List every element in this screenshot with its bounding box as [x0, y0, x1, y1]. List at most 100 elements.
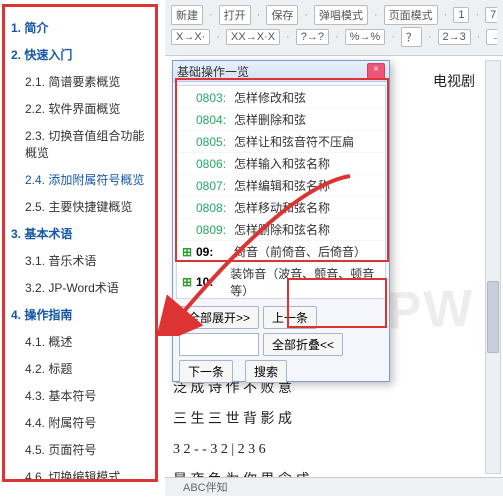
- toc-item[interactable]: 2.1. 简谱要素概览: [9, 69, 151, 94]
- toc-link[interactable]: 4.5. 页面符号: [23, 437, 151, 462]
- toc-item[interactable]: 4.2. 标题: [9, 356, 151, 381]
- popup-list-row[interactable]: 0804: 怎样删除和弦: [178, 109, 384, 131]
- toolbar-chip[interactable]: 保存: [266, 5, 298, 25]
- toc-item[interactable]: 4.1. 概述: [9, 329, 151, 354]
- expand-icon[interactable]: ⊞: [182, 245, 192, 259]
- row-text: 怎样输入和弦名称: [234, 155, 330, 172]
- toc-link[interactable]: 2.1. 简谱要素概览: [23, 69, 151, 94]
- toc-link[interactable]: 2.5. 主要快捷键概览: [23, 194, 151, 219]
- toc-item[interactable]: 2.3. 切换音值组合功能概览: [9, 123, 151, 165]
- row-text: 装饰音（波音、颤音、顿音等）: [230, 265, 380, 299]
- toc-item[interactable]: 4.4. 附属符号: [9, 410, 151, 435]
- row-text: 怎样删除和弦: [234, 111, 306, 128]
- toolbar-row-1: 新建·打开·保存·弹唱模式·页面模式·1·7·1·7·7·0·—·1·7: [171, 4, 497, 26]
- toc-link[interactable]: 3. 基本术语: [9, 221, 151, 246]
- popup-list-row[interactable]: 0809: 怎样删除和弦名称: [178, 219, 384, 241]
- popup-buttons: 全部展开>> 上一条 全部折叠<< 下一条 搜索: [173, 302, 389, 387]
- toc-item[interactable]: 2.5. 主要快捷键概览: [9, 194, 151, 219]
- toolbar-chip[interactable]: 新建: [171, 5, 203, 25]
- prev-button[interactable]: 上一条: [263, 306, 317, 329]
- toolbar-chip[interactable]: 页面模式: [384, 5, 438, 25]
- expand-icon[interactable]: ⊞: [182, 275, 192, 289]
- search-input[interactable]: [179, 333, 259, 356]
- toolbar-chip[interactable]: X→X·: [171, 29, 210, 45]
- scrollbar-thumb[interactable]: [487, 281, 499, 353]
- row-text: 怎样修改和弦: [234, 89, 306, 106]
- main-toolbar: 新建·打开·保存·弹唱模式·页面模式·1·7·1·7·7·0·—·1·7 X→X…: [165, 0, 503, 56]
- toc-item[interactable]: 4.6. 切换编辑模式: [9, 464, 151, 482]
- toc-link[interactable]: 4.1. 概述: [23, 329, 151, 354]
- row-number: 0805:: [196, 135, 230, 149]
- toolbar-chip[interactable]: →: [486, 29, 497, 45]
- toolbar-chip[interactable]: 2→3: [438, 29, 471, 45]
- toolbar-chip[interactable]: XX→X·X: [226, 29, 280, 45]
- toc-item[interactable]: 4.5. 页面符号: [9, 437, 151, 462]
- toc-item[interactable]: 2. 快速入门: [9, 42, 151, 67]
- toc-item[interactable]: 4.3. 基本符号: [9, 383, 151, 408]
- popup-list-row[interactable]: 0805: 怎样让和弦音符不压扁: [178, 131, 384, 153]
- popup-list-row[interactable]: 0806: 怎样输入和弦名称: [178, 153, 384, 175]
- row-text: 怎样让和弦音符不压扁: [234, 133, 354, 150]
- row-number: 0809:: [196, 223, 230, 237]
- status-bar: ABC伴知: [165, 477, 503, 496]
- toc-item[interactable]: 1. 简介: [9, 15, 151, 40]
- toc-link[interactable]: 1. 简介: [9, 15, 151, 40]
- watermark: PW: [386, 278, 476, 341]
- score-line: 三 生 三 世 背 影 成: [173, 407, 495, 434]
- row-number: 0803:: [196, 91, 230, 105]
- popup-title: 基础操作一览: [177, 63, 367, 80]
- toc-link[interactable]: 2.2. 软件界面概览: [23, 96, 151, 121]
- toc-link[interactable]: 2.3. 切换音值组合功能概览: [23, 123, 151, 165]
- toc-item[interactable]: 2.4. 添加附属符号概览: [9, 167, 151, 192]
- toc-link[interactable]: 4. 操作指南: [9, 302, 151, 327]
- row-number: 09:: [196, 245, 230, 259]
- basic-ops-popup: 基础操作一览 × 0803: 怎样修改和弦 0804: 怎样删除和弦 0805: 怎样让和…: [172, 60, 390, 382]
- row-number: 0808:: [196, 201, 230, 215]
- toolbar-row-2: X→X··XX→X·X·?→?·%→%·？·2→3·→·1: [171, 26, 497, 48]
- popup-titlebar[interactable]: 基础操作一览 ×: [173, 61, 389, 82]
- toc-link[interactable]: 2.4. 添加附属符号概览: [23, 167, 151, 192]
- popup-list-row[interactable]: ⊞ 09: 倚音（前倚音、后倚音）: [178, 241, 384, 263]
- collapse-all-button[interactable]: 全部折叠<<: [263, 333, 343, 356]
- row-text: 怎样移动和弦名称: [234, 199, 330, 216]
- popup-list-row[interactable]: 0803: 怎样修改和弦: [178, 87, 384, 109]
- toc-link[interactable]: 3.1. 音乐术语: [23, 248, 151, 273]
- row-number: 10:: [196, 275, 226, 289]
- toolbar-chip[interactable]: 打开: [219, 5, 251, 25]
- row-text: 倚音（前倚音、后倚音）: [234, 243, 366, 260]
- toc-item[interactable]: 2.2. 软件界面概览: [9, 96, 151, 121]
- row-number: 0804:: [196, 113, 230, 127]
- row-number: 0806:: [196, 157, 230, 171]
- popup-list-row[interactable]: 0808: 怎样移动和弦名称: [178, 197, 384, 219]
- toolbar-chip[interactable]: 弹唱模式: [314, 5, 368, 25]
- toc-item[interactable]: 3.2. JP-Word术语: [9, 275, 151, 300]
- toolbar-chip[interactable]: 1: [453, 7, 469, 23]
- toc-link[interactable]: 2. 快速入门: [9, 42, 151, 67]
- toolbar-chip[interactable]: 7: [485, 7, 497, 23]
- score-line: 3 2 - - 3 2 | 2 3 6: [173, 437, 495, 464]
- toc-link[interactable]: 4.6. 切换编辑模式: [23, 464, 151, 482]
- row-number: 0807:: [196, 179, 230, 193]
- toc-link[interactable]: 4.2. 标题: [23, 356, 151, 381]
- toc-item[interactable]: 3. 基本术语: [9, 221, 151, 246]
- toolbar-chip[interactable]: ？: [401, 27, 422, 47]
- toc-item[interactable]: 3.1. 音乐术语: [9, 248, 151, 273]
- popup-list-row[interactable]: 0807: 怎样编辑和弦名称: [178, 175, 384, 197]
- row-text: 怎样删除和弦名称: [234, 221, 330, 238]
- toc-link[interactable]: 4.3. 基本符号: [23, 383, 151, 408]
- toc-item[interactable]: 4. 操作指南: [9, 302, 151, 327]
- expand-all-button[interactable]: 全部展开>>: [179, 306, 259, 329]
- toc-link[interactable]: 3.2. JP-Word术语: [23, 275, 151, 300]
- toolbar-chip[interactable]: ?→?: [296, 29, 329, 45]
- popup-list[interactable]: 0803:怎样修改和弦0804:怎样删除和弦0805:怎样让和弦音符不压扁080…: [176, 85, 386, 299]
- help-toc: 1. 简介2. 快速入门2.1. 简谱要素概览2.2. 软件界面概览2.3. 切…: [2, 4, 158, 482]
- popup-list-row[interactable]: ⊞ 10: 装饰音（波音、颤音、顿音等）: [178, 263, 384, 299]
- next-button[interactable]: 下一条: [179, 360, 233, 383]
- row-text: 怎样编辑和弦名称: [234, 177, 330, 194]
- vertical-scrollbar[interactable]: [485, 60, 501, 474]
- toolbar-chip[interactable]: %→%: [345, 29, 386, 45]
- close-icon[interactable]: ×: [367, 63, 385, 79]
- search-button[interactable]: 搜索: [245, 360, 287, 383]
- toc-link[interactable]: 4.4. 附属符号: [23, 410, 151, 435]
- toc-list: 1. 简介2. 快速入门2.1. 简谱要素概览2.2. 软件界面概览2.3. 切…: [9, 15, 151, 482]
